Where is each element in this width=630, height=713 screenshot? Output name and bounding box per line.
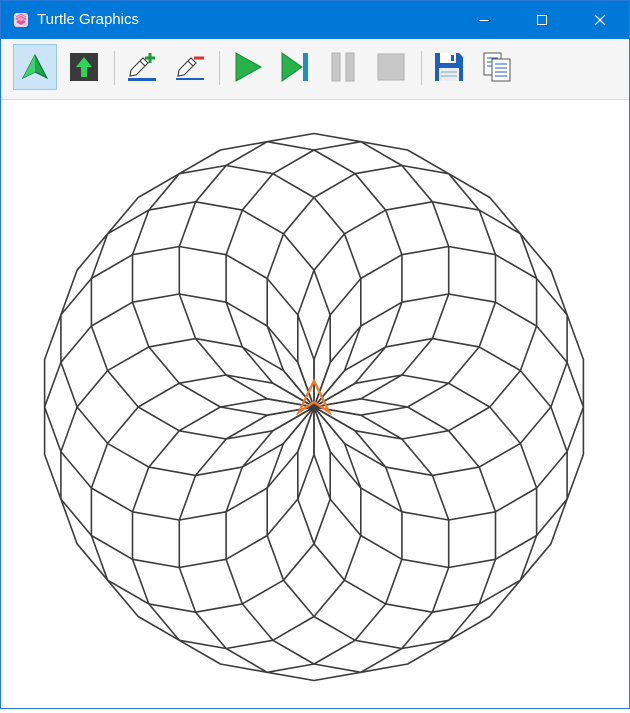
pen-minus-icon xyxy=(176,56,204,80)
title-bar[interactable]: Turtle Graphics xyxy=(1,1,629,39)
copy-button[interactable] xyxy=(475,44,519,90)
play-icon xyxy=(235,52,263,82)
step-button[interactable] xyxy=(273,44,317,90)
pause-button[interactable] xyxy=(321,44,365,90)
save-icon xyxy=(435,53,463,81)
pen-up-button[interactable] xyxy=(62,44,106,90)
turtle-graphics-window: Turtle Graphics xyxy=(0,0,630,709)
up-arrow-icon xyxy=(70,53,98,81)
run-button[interactable] xyxy=(225,44,269,90)
toolbar xyxy=(1,39,629,100)
decrease-pen-size-button[interactable] xyxy=(168,44,212,90)
window-title: Turtle Graphics xyxy=(37,11,139,28)
toolbar-separator xyxy=(219,51,220,85)
save-button[interactable] xyxy=(427,44,471,90)
toolbar-separator xyxy=(114,51,115,85)
stop-icon xyxy=(377,53,405,81)
close-button[interactable] xyxy=(571,1,629,39)
pen-plus-icon xyxy=(128,53,156,81)
minimize-icon xyxy=(479,20,489,21)
maximize-icon xyxy=(537,15,547,25)
show-turtle-button[interactable] xyxy=(13,44,57,90)
step-icon xyxy=(281,52,308,82)
app-icon xyxy=(14,13,28,27)
stop-button[interactable] xyxy=(369,44,413,90)
turtle-arrow-icon xyxy=(21,53,49,80)
increase-pen-size-button[interactable] xyxy=(120,44,164,90)
maximize-button[interactable] xyxy=(513,1,571,39)
toolbar-separator xyxy=(421,51,422,85)
close-icon xyxy=(594,14,606,26)
drawing-canvas[interactable] xyxy=(1,100,629,708)
rosette-drawing xyxy=(43,132,585,682)
minimize-button[interactable] xyxy=(455,1,513,39)
pause-icon xyxy=(331,52,355,82)
polygon-lines xyxy=(43,132,585,682)
copy-icon xyxy=(483,52,511,82)
